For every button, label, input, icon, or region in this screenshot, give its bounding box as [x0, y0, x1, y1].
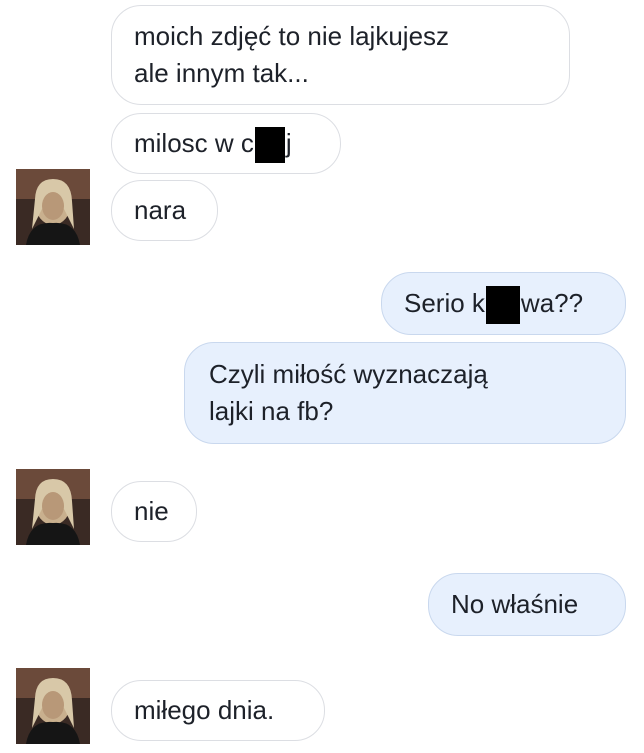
outgoing-message-bubble[interactable]: No właśnie: [428, 573, 626, 636]
censor-bar: [254, 127, 285, 164]
profile-photo-icon: [16, 469, 90, 545]
censor-bar: [485, 286, 520, 325]
incoming-message-bubble[interactable]: miłego dnia.: [111, 680, 325, 741]
message-text: miłego dnia.: [134, 695, 275, 725]
profile-photo-icon: [16, 169, 90, 245]
sender-avatar[interactable]: [16, 169, 90, 245]
message-text-part: milosc w c: [134, 128, 254, 158]
message-text-part: j: [285, 128, 292, 158]
message-text: nara: [134, 195, 187, 225]
message-text-part: wa??: [520, 288, 584, 318]
message-text-part: Serio k: [404, 288, 485, 318]
incoming-message-bubble[interactable]: milosc w c j: [111, 113, 341, 174]
message-text-line: ale innym tak...: [134, 58, 309, 88]
sender-avatar[interactable]: [16, 469, 90, 545]
outgoing-message-bubble[interactable]: Serio k wa??: [381, 272, 626, 335]
message-text-line: lajki na fb?: [209, 396, 334, 426]
message-text: No właśnie: [451, 589, 579, 619]
message-text-line: moich zdjęć to nie lajkujesz: [134, 21, 450, 51]
incoming-message-bubble[interactable]: nie: [111, 481, 197, 542]
incoming-message-bubble[interactable]: moich zdjęć to nie lajkujesz ale innym t…: [111, 5, 570, 105]
message-text: nie: [134, 496, 169, 526]
sender-avatar[interactable]: [16, 668, 90, 744]
outgoing-message-bubble[interactable]: Czyli miłość wyznaczają lajki na fb?: [184, 342, 626, 444]
chat-thread: moich zdjęć to nie lajkujesz ale innym t…: [0, 0, 644, 753]
profile-photo-icon: [16, 668, 90, 744]
incoming-message-bubble[interactable]: nara: [111, 180, 218, 241]
message-text-line: Czyli miłość wyznaczają: [209, 359, 488, 389]
